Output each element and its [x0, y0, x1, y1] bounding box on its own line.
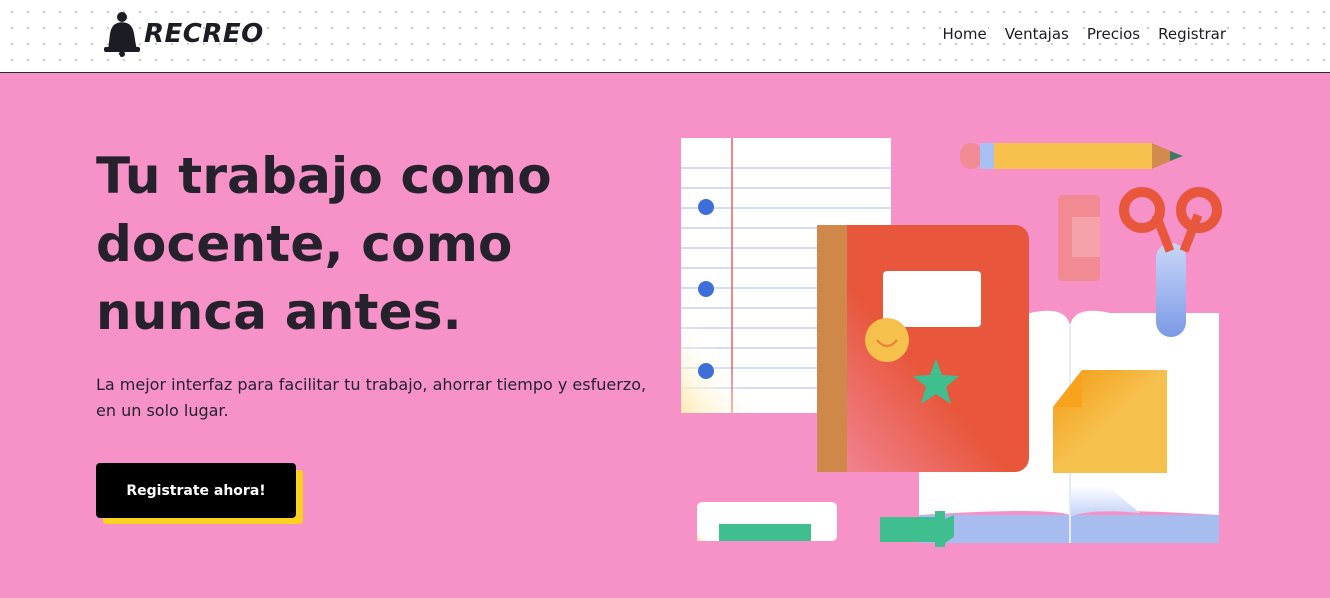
- hero-title-line: nunca antes.: [96, 283, 462, 341]
- brand-logo[interactable]: RECREO: [100, 11, 264, 57]
- hero-title-line: Tu trabajo como: [96, 147, 552, 205]
- hero-subtitle-line: La mejor interfaz para facilitar tu trab…: [96, 375, 647, 394]
- eraser-icon: [1058, 195, 1100, 281]
- register-now-button[interactable]: Registrate ahora!: [96, 463, 296, 518]
- nav-link-ventajas[interactable]: Ventajas: [1003, 25, 1070, 43]
- nav-link-home[interactable]: Home: [941, 25, 988, 43]
- school-supplies-illustration: [681, 138, 1222, 547]
- pencil-icon: [960, 143, 1183, 169]
- hero-title-line: docente, como: [96, 215, 513, 273]
- hero-subtitle-line: en un solo lugar.: [96, 401, 229, 420]
- nav-link-registrar[interactable]: Registrar: [1157, 25, 1227, 43]
- hero-subtitle: La mejor interfaz para facilitar tu trab…: [96, 372, 676, 424]
- marker-icon: [697, 502, 954, 547]
- sticky-note-icon: [1053, 370, 1167, 473]
- bell-icon: [104, 12, 140, 57]
- main-nav: Home Ventajas Precios Registrar: [941, 25, 1227, 43]
- hero-title: Tu trabajo como docente, como nunca ante…: [96, 142, 656, 346]
- site-header: RECREO Home Ventajas Precios Registrar: [0, 0, 1330, 73]
- nav-link-precios[interactable]: Precios: [1085, 25, 1142, 43]
- notebook-icon: [817, 225, 1029, 472]
- brand-name: RECREO: [144, 19, 264, 49]
